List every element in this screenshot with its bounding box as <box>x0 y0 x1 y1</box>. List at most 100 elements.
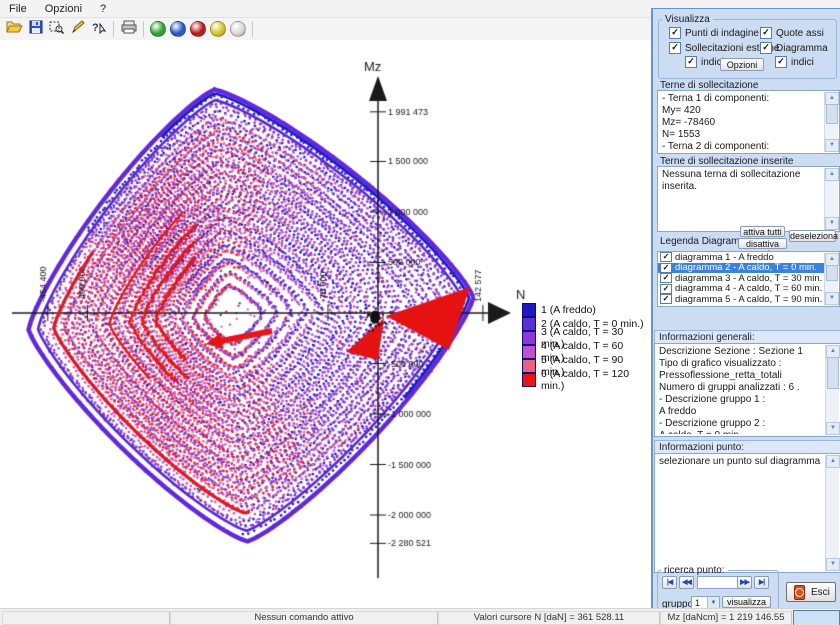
legend-swatch <box>522 373 536 387</box>
chart-legend: 1 (A freddo)2 (A caldo, T = 0 min.)3 (A … <box>519 301 651 388</box>
scroll-up-icon[interactable]: ▲ <box>825 168 839 181</box>
checkbox-icon: ✓ <box>775 56 787 68</box>
terne-textbox[interactable]: - Terna 1 di componenti: My= 420 Mz= -78… <box>657 90 840 154</box>
ricerca-punto-title: ricerca punto: <box>661 565 728 576</box>
scrollbar[interactable]: ▲▼ <box>825 455 839 571</box>
checkbox-label: Punti di indagine <box>685 28 759 39</box>
scrollbar-thumb[interactable] <box>827 357 839 389</box>
info-punto-text: selezionare un punto sul diagramma <box>659 456 823 570</box>
legend-swatch <box>522 331 536 345</box>
sphere-red-button[interactable] <box>190 21 206 37</box>
scrollbar[interactable]: ▲▼ <box>825 345 839 435</box>
scrollbar-thumb[interactable] <box>826 104 838 124</box>
prev-point-button[interactable]: ◀◀ <box>679 576 694 589</box>
toolbar: ? <box>0 18 655 40</box>
menu-file[interactable]: File <box>0 2 36 16</box>
status-bar: Nessun comando attivo Valori cursore N [… <box>0 608 840 625</box>
info-generali-text: Descrizione Sezione : Sezione 1 Tipo di … <box>659 346 823 434</box>
diagramma-list-item-1[interactable]: ✓diagramma 1 - A freddo <box>658 252 825 263</box>
toolbar-separator <box>252 21 253 37</box>
legend-swatch <box>522 303 536 317</box>
scroll-up-icon[interactable]: ▲ <box>826 455 840 468</box>
open-folder-icon <box>6 20 23 39</box>
checkbox-label: Diagramma <box>776 43 828 54</box>
checkbox-indici-sollecitazioni[interactable]: ✓ indici <box>685 56 724 68</box>
chart-legend-item-6: 6 (A caldo, T = 120 min.) <box>522 373 648 386</box>
diagramma-list-item-4[interactable]: ✓diagramma 4 - A caldo, T = 60 min. <box>658 284 825 295</box>
legend-label: 6 (A caldo, T = 120 min.) <box>541 368 648 392</box>
checkbox-icon[interactable]: ✓ <box>660 252 672 262</box>
info-generali-textbox[interactable]: Descrizione Sezione : Sezione 1 Tipo di … <box>654 343 840 437</box>
scrollbar[interactable]: ▲▼ <box>824 253 838 305</box>
scroll-down-icon[interactable]: ▼ <box>825 292 839 305</box>
point-number-input[interactable] <box>697 576 738 589</box>
sphere-silver-button[interactable] <box>230 21 246 37</box>
checkbox-icon[interactable]: ✓ <box>660 284 672 294</box>
zoom-window-button[interactable] <box>46 20 67 39</box>
save-button[interactable] <box>25 20 46 39</box>
deseleziona-button[interactable]: deseleziona <box>789 230 836 242</box>
checkbox-icon[interactable]: ✓ <box>660 263 672 273</box>
menu-opzioni[interactable]: Opzioni <box>36 2 91 16</box>
chart-area: 1 (A freddo)2 (A caldo, T = 0 min.)3 (A … <box>0 40 652 608</box>
app-window: FileOpzioni? ? <box>0 0 840 625</box>
checkbox-label: Quote assi <box>776 28 824 39</box>
open-file-button[interactable] <box>4 20 25 39</box>
sphere-blue-button[interactable] <box>170 21 186 37</box>
attiva-tutti-button[interactable]: attiva tutti <box>740 226 785 237</box>
info-punto-textbox[interactable]: selezionare un punto sul diagramma ▲▼ <box>654 453 840 573</box>
checkbox-icon[interactable]: ✓ <box>660 294 672 304</box>
sphere-green-button[interactable] <box>150 21 166 37</box>
opzioni-button[interactable]: Opzioni <box>720 58 764 71</box>
scroll-down-icon[interactable]: ▼ <box>826 558 840 571</box>
visualizza-button[interactable]: visualizza <box>722 596 771 608</box>
edit-button[interactable] <box>67 20 88 39</box>
legenda-title: Legenda Diagrammi <box>660 236 750 247</box>
checkbox-icon: ✓ <box>760 42 772 54</box>
sphere-yellow-button[interactable] <box>210 21 226 37</box>
legend-swatch <box>522 359 536 373</box>
menu-help[interactable]: ? <box>91 2 115 16</box>
diagramma-item-label: diagramma 4 - A caldo, T = 60 min. <box>675 283 822 294</box>
diagramma-item-label: diagramma 1 - A freddo <box>675 252 774 263</box>
visualizza-group-title: Visualizza <box>662 14 713 25</box>
diagramma-list-item-3[interactable]: ✓diagramma 3 - A caldo, T = 30 min. <box>658 273 825 284</box>
checkbox-icon: ✓ <box>669 27 681 39</box>
gruppo-select-value: 1 <box>692 598 707 608</box>
print-button[interactable] <box>118 20 139 39</box>
scroll-down-icon[interactable]: ▼ <box>826 422 840 435</box>
terne-inserite-textbox[interactable]: Nessuna terna di sollecitazione inserita… <box>657 166 840 232</box>
scroll-down-icon[interactable]: ▼ <box>825 217 839 230</box>
side-panel: Visualizza ✓ Punti di indagine ✓ Quote a… <box>651 8 840 609</box>
checkbox-indici-diagramma[interactable]: ✓ indici <box>775 56 814 68</box>
terne-text: - Terna 1 di componenti: My= 420 Mz= -78… <box>662 93 822 151</box>
scrollbar[interactable]: ▲▼ <box>824 92 838 152</box>
checkbox-quote-assi[interactable]: ✓ Quote assi <box>760 27 824 39</box>
scrollbar-thumb[interactable] <box>826 265 838 281</box>
diagramma-item-label: diagramma 2 - A caldo, T = 0 min. <box>675 262 817 273</box>
diagramma-item-label: diagramma 3 - A caldo, T = 30 min. <box>675 273 822 284</box>
svg-text:?: ? <box>92 22 99 34</box>
next-point-button[interactable]: ▶▶ <box>737 576 752 589</box>
checkbox-icon[interactable]: ✓ <box>660 273 672 283</box>
checkbox-punti-di-indagine[interactable]: ✓ Punti di indagine <box>669 27 759 39</box>
scrollbar[interactable]: ▲▼ <box>824 168 838 230</box>
last-point-button[interactable]: ▶| <box>754 576 769 589</box>
diagramma-list-item-5[interactable]: ✓diagramma 5 - A caldo, T = 90 min. <box>658 294 825 305</box>
disattiva-tutti-button[interactable]: disattiva tutti <box>738 238 787 249</box>
zoom-window-icon <box>49 20 64 39</box>
chart-legend-item-1: 1 (A freddo) <box>522 303 648 316</box>
checkbox-icon: ✓ <box>685 56 697 68</box>
status-message: Nessun comando attivo <box>170 611 438 625</box>
diagrammi-listbox[interactable]: ✓diagramma 1 - A freddo✓diagramma 2 - A … <box>657 251 840 307</box>
printer-icon <box>121 20 137 39</box>
scroll-down-icon[interactable]: ▼ <box>825 139 839 152</box>
toolbar-separator <box>113 21 114 37</box>
save-floppy-icon <box>29 20 43 39</box>
first-point-button[interactable]: |◀ <box>662 576 677 589</box>
view-spheres <box>148 21 248 37</box>
diagramma-list-item-2[interactable]: ✓diagramma 2 - A caldo, T = 0 min. <box>658 263 825 274</box>
esci-button[interactable]: Esci <box>786 582 836 602</box>
checkbox-diagramma[interactable]: ✓ Diagramma <box>760 42 828 54</box>
context-help-button[interactable]: ? <box>88 20 109 39</box>
